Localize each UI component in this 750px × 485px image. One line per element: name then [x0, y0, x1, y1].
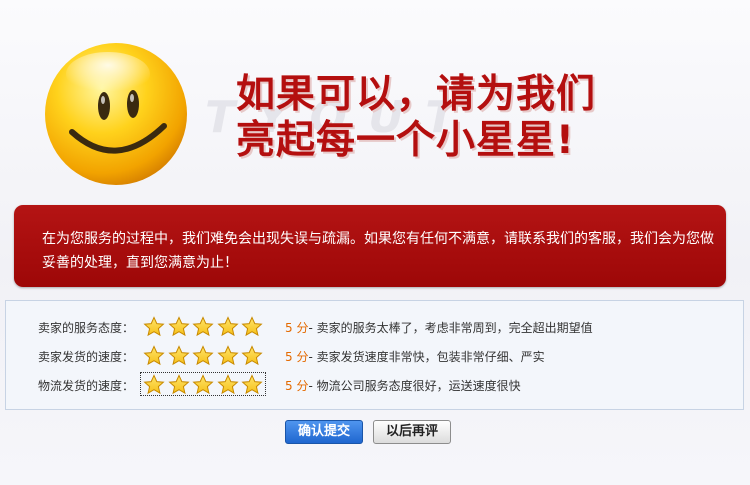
star-icon[interactable]: [167, 374, 190, 396]
rating-panel: 卖家的服务态度： 5 分- 卖家的服务太棒了，考虑非常周到，完全超出期望值 卖家…: [5, 300, 744, 410]
star-icon[interactable]: [167, 316, 190, 338]
star-icon[interactable]: [192, 345, 214, 367]
star-icon[interactable]: [167, 345, 190, 367]
star-icon[interactable]: [241, 316, 263, 338]
rating-score: 5 分- 卖家的服务太棒了，考虑非常周到，完全超出期望值: [285, 319, 593, 336]
star-icon[interactable]: [216, 316, 239, 338]
smiley-face-icon: [45, 43, 187, 185]
confirm-submit-button[interactable]: 确认提交: [285, 420, 363, 444]
star-rating[interactable]: [140, 372, 266, 396]
score-value: 5 分: [285, 321, 309, 335]
star-icon[interactable]: [216, 345, 239, 367]
score-description: - 卖家发货速度非常快，包装非常仔细、严实: [308, 350, 545, 364]
rating-label: 卖家发货的速度：: [38, 350, 135, 364]
score-value: 5 分: [285, 350, 309, 364]
star-icon[interactable]: [143, 316, 165, 338]
rating-score: 5 分- 物流公司服务态度很好，运送速度很快: [285, 377, 521, 394]
headline-line-2: 亮起每一个小星星!: [236, 118, 575, 163]
star-rating[interactable]: [141, 315, 265, 337]
notice-text: 在为您服务的过程中，我们难免会出现失误与疏漏。如果您有任何不满意，请联系我们的客…: [42, 231, 714, 271]
star-rating[interactable]: [141, 344, 265, 366]
star-icon[interactable]: [143, 374, 165, 396]
star-icon[interactable]: [192, 374, 214, 396]
rating-row-service: 卖家的服务态度： 5 分- 卖家的服务太棒了，考虑非常周到，完全超出期望值: [6, 313, 743, 341]
star-icon[interactable]: [241, 345, 263, 367]
rating-label: 物流发货的速度：: [38, 379, 135, 393]
headline: 如果可以，请为我们 亮起每一个小星星!: [236, 72, 696, 164]
rating-row-shipping: 卖家发货的速度： 5 分- 卖家发货速度非常快，包装非常仔细、严实: [6, 342, 743, 370]
star-icon[interactable]: [143, 345, 165, 367]
star-icon[interactable]: [216, 374, 239, 396]
score-value: 5 分: [285, 379, 309, 393]
headline-line-1: 如果可以，请为我们: [236, 72, 597, 117]
star-icon[interactable]: [241, 374, 263, 396]
rating-label: 卖家的服务态度：: [38, 321, 135, 335]
notice-box: 在为您服务的过程中，我们难免会出现失误与疏漏。如果您有任何不满意，请联系我们的客…: [14, 205, 726, 287]
rate-later-button[interactable]: 以后再评: [373, 420, 451, 444]
star-icon[interactable]: [192, 316, 214, 338]
score-description: - 卖家的服务太棒了，考虑非常周到，完全超出期望值: [308, 321, 593, 335]
score-description: - 物流公司服务态度很好，运送速度很快: [308, 379, 521, 393]
rating-score: 5 分- 卖家发货速度非常快，包装非常仔细、严实: [285, 348, 545, 365]
rating-page: T Y O U T 如果可以，请为我们 亮起每一个小星星! 在为您服务的过程中，…: [0, 0, 750, 485]
rating-row-logistics: 物流发货的速度： 5 分- 物流公司服务态度很好，运送速度很快: [6, 371, 743, 399]
